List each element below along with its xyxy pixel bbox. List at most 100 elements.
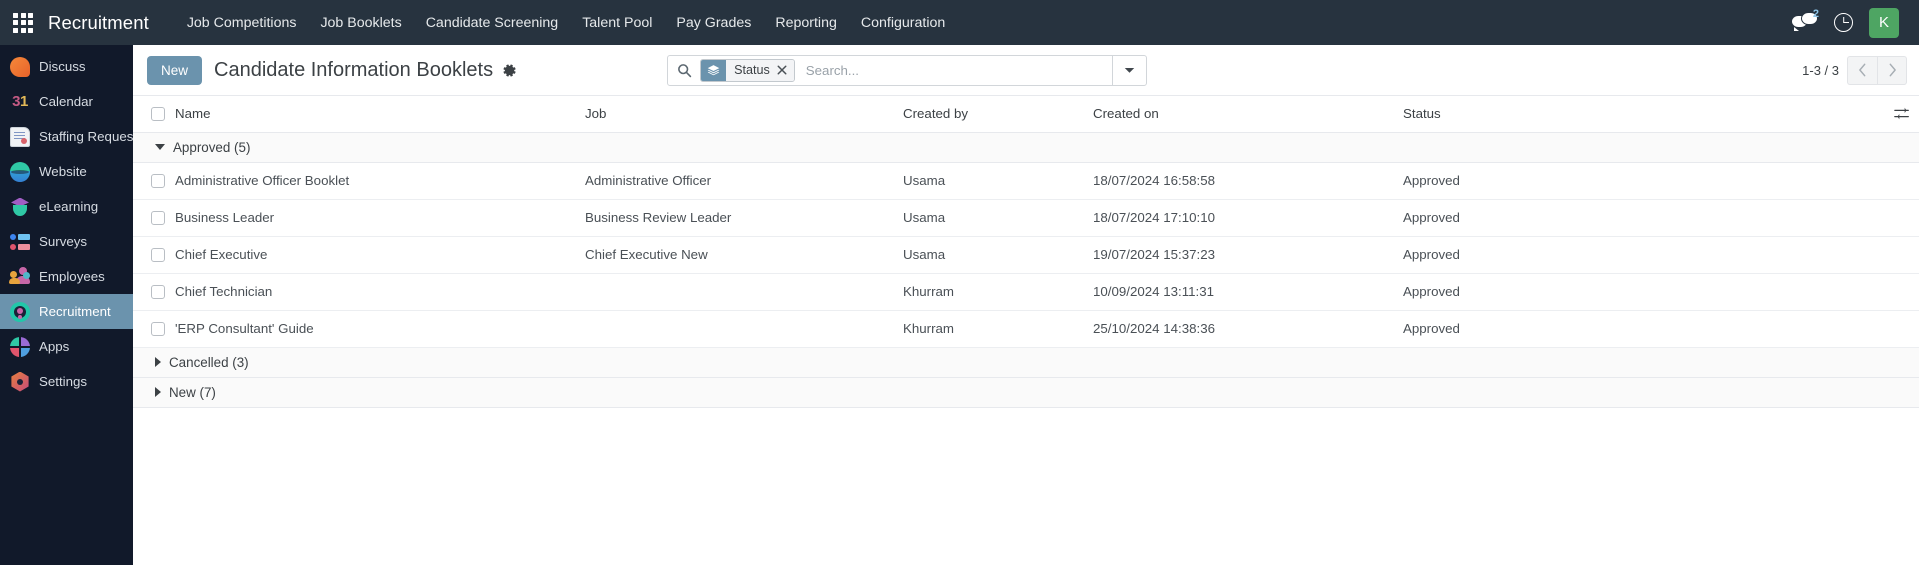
page-body: Discuss 31 Calendar Staffing Requests We… — [0, 45, 1919, 565]
employees-icon — [9, 266, 30, 287]
cell-spacer — [1885, 199, 1919, 237]
table-row[interactable]: Chief Technician Khurram 10/09/2024 13:1… — [133, 273, 1919, 311]
new-button[interactable]: New — [147, 55, 203, 85]
breadcrumb-title: Candidate Information Booklets — [214, 58, 494, 81]
sidebar-item-employees[interactable]: Employees — [0, 259, 133, 294]
sidebar-item-calendar[interactable]: 31 Calendar — [0, 84, 133, 119]
select-all-cell — [133, 96, 175, 133]
cell-created-by: Usama — [903, 199, 1093, 237]
sidebar-label-website: Website — [39, 164, 87, 179]
cell-created-by: Khurram — [903, 273, 1093, 311]
row-checkbox[interactable] — [151, 284, 165, 299]
caret-right-icon — [155, 357, 161, 367]
cell-status: Approved — [1403, 162, 1885, 200]
sidebar-item-discuss[interactable]: Discuss — [0, 49, 133, 84]
navbar-right-actions: 2 K — [1792, 7, 1905, 38]
cell-created-by: Khurram — [903, 310, 1093, 348]
records-table: Name Job Created by Created on Status Ap… — [133, 96, 1919, 408]
chevron-right-icon[interactable] — [1877, 55, 1907, 85]
row-checkbox[interactable] — [151, 321, 165, 336]
sidebar-item-recruitment[interactable]: Recruitment — [0, 294, 133, 329]
cell-created-on: 18/07/2024 17:10:10 — [1093, 199, 1403, 237]
menu-item-candidate-screening[interactable]: Candidate Screening — [414, 9, 571, 37]
column-header-job[interactable]: Job — [585, 96, 903, 133]
row-checkbox[interactable] — [151, 210, 165, 225]
table-header-row: Name Job Created by Created on Status — [133, 96, 1919, 133]
table-row[interactable]: Business Leader Business Review Leader U… — [133, 199, 1919, 237]
messages-icon[interactable]: 2 — [1792, 7, 1819, 34]
row-select-cell — [133, 162, 175, 200]
select-all-checkbox[interactable] — [151, 106, 165, 121]
sidebar-label-apps: Apps — [39, 339, 70, 354]
group-row-approved[interactable]: Approved (5) — [133, 131, 1919, 163]
sidebar-item-website[interactable]: Website — [0, 154, 133, 189]
cell-status: Approved — [1403, 273, 1885, 311]
sidebar-label-surveys: Surveys — [39, 234, 88, 249]
menu-item-configuration[interactable]: Configuration — [849, 9, 957, 37]
column-header-status[interactable]: Status — [1403, 96, 1885, 133]
cell-created-on: 18/07/2024 16:58:58 — [1093, 162, 1403, 200]
apps-grid-icon[interactable] — [10, 10, 36, 36]
menu-item-reporting[interactable]: Reporting — [763, 9, 849, 37]
elearning-icon — [10, 197, 30, 217]
cell-spacer — [1885, 273, 1919, 311]
cell-created-on: 25/10/2024 14:38:36 — [1093, 310, 1403, 348]
clock-icon[interactable] — [1834, 13, 1853, 32]
cell-name: Chief Technician — [175, 273, 585, 311]
row-checkbox[interactable] — [151, 173, 165, 188]
pager-buttons — [1847, 55, 1907, 85]
group-row-new[interactable]: New (7) — [133, 376, 1919, 408]
sidebar-label-calendar: Calendar — [39, 94, 93, 109]
website-icon — [10, 161, 30, 182]
messages-badge: 2 — [1812, 7, 1819, 20]
apps-icon — [10, 336, 30, 357]
cell-created-on: 10/09/2024 13:11:31 — [1093, 273, 1403, 311]
control-panel: New Candidate Information Booklets Statu… — [133, 45, 1919, 96]
sidebar-item-elearning[interactable]: eLearning — [0, 189, 133, 224]
cell-job: Business Review Leader — [585, 199, 903, 237]
sidebar-label-employees: Employees — [39, 269, 105, 284]
search-bar[interactable]: Status — [667, 54, 1148, 86]
sidebar-item-surveys[interactable]: Surveys — [0, 224, 133, 259]
table-row[interactable]: Chief Executive Chief Executive New Usam… — [133, 236, 1919, 274]
cell-status: Approved — [1403, 236, 1885, 274]
column-header-created-on[interactable]: Created on — [1093, 96, 1403, 133]
table-row[interactable]: Administrative Officer Booklet Administr… — [133, 162, 1919, 200]
close-icon[interactable] — [776, 59, 794, 81]
cell-status: Approved — [1403, 310, 1885, 348]
menu-item-talent-pool[interactable]: Talent Pool — [570, 9, 664, 37]
group-toggle-cancelled[interactable]: Cancelled (3) — [133, 355, 1919, 370]
sidebar-label-staffing-requests: Staffing Requests — [39, 129, 133, 144]
group-row-cell[interactable]: Approved (5) — [133, 131, 1919, 163]
cell-status: Approved — [1403, 199, 1885, 237]
group-toggle-new[interactable]: New (7) — [133, 385, 1919, 400]
staffing-requests-icon — [10, 126, 30, 147]
optional-columns-icon[interactable] — [1885, 106, 1919, 121]
group-row-cell[interactable]: New (7) — [133, 376, 1919, 408]
app-brand-title[interactable]: Recruitment — [48, 12, 149, 34]
sidebar-item-apps[interactable]: Apps — [0, 329, 133, 364]
group-label-approved: Approved (5) — [173, 139, 251, 155]
search-facet-status[interactable]: Status — [700, 58, 795, 82]
group-row-cell[interactable]: Cancelled (3) — [133, 346, 1919, 378]
group-toggle-approved[interactable]: Approved (5) — [133, 140, 1919, 155]
menu-item-job-competitions[interactable]: Job Competitions — [175, 9, 309, 37]
avatar[interactable]: K — [1869, 7, 1899, 38]
table-head: Name Job Created by Created on Status — [133, 96, 1919, 133]
chevron-down-icon[interactable] — [1112, 55, 1146, 85]
sidebar-item-settings[interactable]: Settings — [0, 364, 133, 399]
sidebar-label-settings: Settings — [39, 374, 88, 389]
group-row-cancelled[interactable]: Cancelled (3) — [133, 346, 1919, 378]
sidebar-item-staffing-requests[interactable]: Staffing Requests — [0, 119, 133, 154]
menu-item-job-booklets[interactable]: Job Booklets — [308, 9, 413, 37]
table-row[interactable]: 'ERP Consultant' Guide Khurram 25/10/202… — [133, 310, 1919, 348]
chevron-left-icon[interactable] — [1847, 55, 1877, 85]
row-checkbox[interactable] — [151, 247, 165, 262]
list-view: Name Job Created by Created on Status Ap… — [133, 96, 1919, 565]
gear-icon[interactable] — [502, 63, 517, 78]
column-header-created-by[interactable]: Created by — [903, 96, 1093, 133]
search-input[interactable] — [794, 55, 1113, 85]
menu-item-pay-grades[interactable]: Pay Grades — [664, 9, 763, 37]
column-header-name[interactable]: Name — [175, 96, 585, 133]
optional-columns-cell — [1885, 96, 1919, 133]
